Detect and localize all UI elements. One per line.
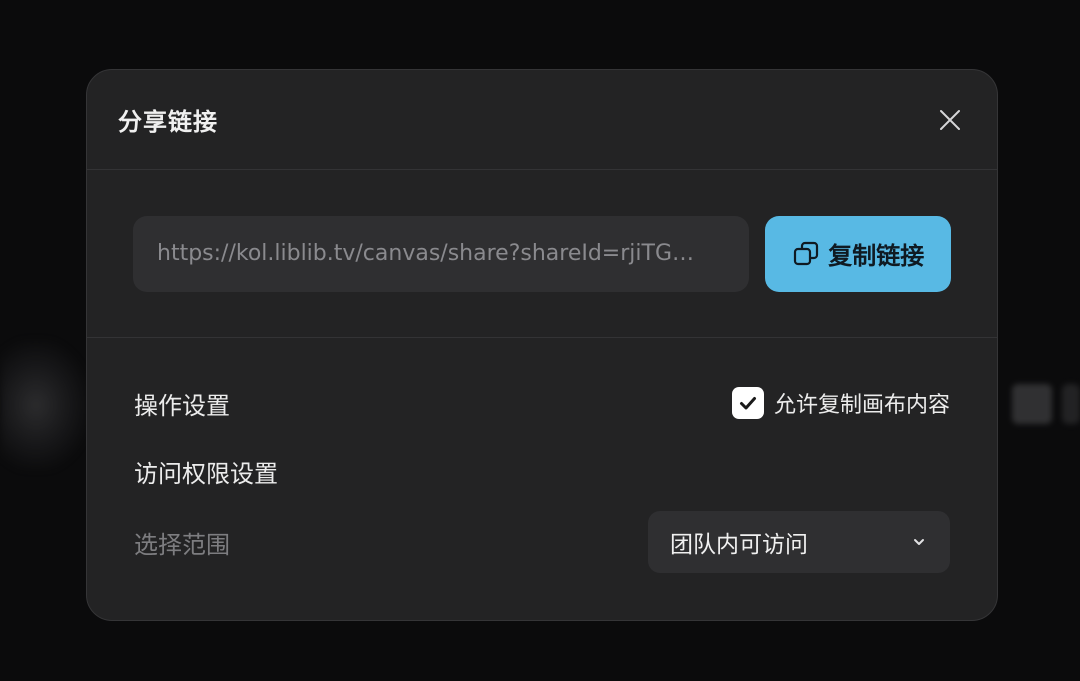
allow-copy-checkbox[interactable]: 允许复制画布内容 <box>731 387 950 419</box>
scope-select[interactable]: 团队内可访问 <box>648 511 950 573</box>
chevron-down-icon <box>914 539 924 545</box>
dialog-header: 分享链接 <box>87 70 997 170</box>
copy-link-label: 复制链接 <box>828 242 925 270</box>
access-settings-label: 访问权限设置 <box>134 459 278 488</box>
share-url-text: https://kol.liblib.tv/canvas/share?share… <box>157 241 694 266</box>
checkmark-icon <box>739 397 756 410</box>
share-url-field[interactable]: https://kol.liblib.tv/canvas/share?share… <box>133 215 750 292</box>
allow-copy-label: 允许复制画布内容 <box>773 393 950 418</box>
close-icon <box>940 109 960 130</box>
dialog-title: 分享链接 <box>118 108 218 136</box>
close-button[interactable] <box>933 103 967 137</box>
link-section: https://kol.liblib.tv/canvas/share?share… <box>87 170 997 338</box>
background-blurred-tile <box>1012 384 1052 424</box>
checkbox-box[interactable] <box>731 387 764 419</box>
share-link-dialog: 分享链接 https://kol.liblib.tv/canvas/share?… <box>86 69 998 621</box>
background-blurred-figure <box>0 340 90 470</box>
operation-settings-row: 操作设置 允许复制画布内容 <box>134 370 950 436</box>
access-settings-row: 访问权限设置 <box>134 438 950 504</box>
scope-row: 选择范围 团队内可访问 <box>134 510 950 574</box>
scope-select-value: 团队内可访问 <box>670 532 808 558</box>
operation-settings-label: 操作设置 <box>134 391 230 420</box>
background-blurred-tile-partial <box>1062 384 1080 424</box>
scope-label: 选择范围 <box>134 530 230 559</box>
copy-icon <box>794 241 819 265</box>
copy-link-button[interactable]: 复制链接 <box>765 215 951 292</box>
settings-section: 操作设置 允许复制画布内容 访问权限设置 选择范围 团队内可访问 <box>87 338 997 574</box>
